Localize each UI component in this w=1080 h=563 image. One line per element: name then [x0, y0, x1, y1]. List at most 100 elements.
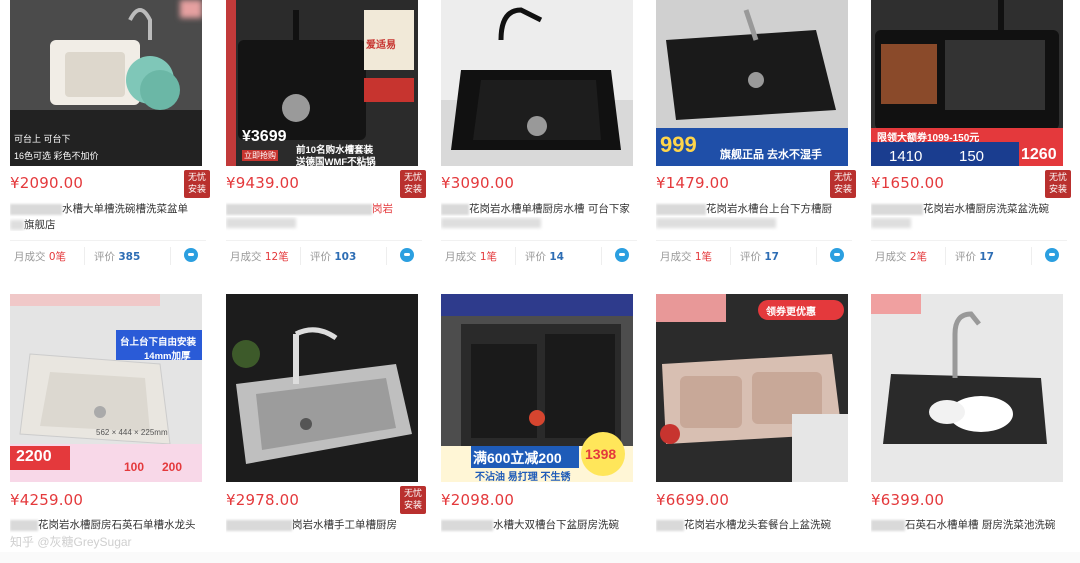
product-shop[interactable] — [226, 217, 422, 231]
overlay-text: 2200 — [16, 448, 52, 465]
overlay-text: 送德国WMF不粘锅 — [296, 157, 376, 166]
monthly-sales: 月成交 1笔 — [445, 251, 498, 263]
product-image[interactable] — [441, 0, 633, 166]
overlay-text: 150 — [959, 148, 985, 165]
monthly-sales: 月成交 1笔 — [660, 251, 713, 263]
review-count[interactable]: 评价 17 — [955, 249, 994, 264]
product-card[interactable]: ¥3090.00 花岗岩水槽单槽厨房水槽 可台下家 月成交 1笔 评价 14 — [441, 0, 641, 270]
sink-illustration — [441, 0, 633, 166]
review-count[interactable]: 评价 385 — [94, 249, 140, 264]
product-title[interactable]: 花岗岩水槽单槽厨房水槽 可台下家 — [441, 201, 637, 217]
overlay-text: 14mm加厚 — [144, 351, 191, 362]
product-title[interactable]: 水槽大单槽洗碗槽洗菜盆单 — [10, 201, 206, 217]
review-count[interactable]: 评价 14 — [525, 249, 564, 264]
product-image[interactable]: 999 旗舰正品 去水不湿手 — [656, 0, 848, 166]
overlay-text: 16色可选 彩色不加价 — [14, 151, 99, 161]
sink-illustration — [656, 294, 848, 482]
product-title[interactable]: 石英石水槽单槽 厨房洗菜池洗碗 — [871, 517, 1067, 533]
bottom-strip — [0, 552, 1080, 563]
overlay-text: 1410 — [889, 148, 923, 165]
product-card[interactable]: 999 旗舰正品 去水不湿手 ¥1479.00 无忧 安装 花岗岩水槽台上台下方槽… — [656, 0, 856, 270]
product-price: ¥6699.00 — [656, 491, 730, 509]
product-title[interactable]: 水槽大双槽台下盆厨房洗碗 — [441, 517, 637, 533]
product-title[interactable]: 花岗岩水槽厨房石英石单槽水龙头 — [10, 517, 206, 533]
product-stats: 月成交 12笔 评价 103 — [226, 240, 422, 270]
product-card[interactable]: 台上台下自由安装 14mm加厚 562 × 444 × 225mm 2200 1… — [10, 294, 210, 554]
product-stats: 月成交 2笔 评价 17 — [871, 240, 1067, 270]
product-title[interactable]: 花岗岩水槽厨房洗菜盆洗碗 — [871, 201, 1067, 217]
wangwang-chat-icon[interactable] — [830, 248, 844, 262]
blurred-logo — [180, 0, 202, 18]
install-badge[interactable]: 无忧 安装 — [184, 170, 210, 198]
overlay-text: 旗舰正品 去水不湿手 — [720, 149, 823, 161]
product-shop[interactable]: 旗舰店 — [10, 217, 206, 231]
product-title[interactable]: 岗岩水槽手工单槽厨房 — [226, 517, 422, 533]
product-price: ¥2090.00 — [10, 174, 84, 192]
product-shop[interactable] — [871, 217, 1067, 231]
overlay-text: 1260 — [1021, 146, 1057, 163]
review-count[interactable]: 评价 103 — [310, 249, 356, 264]
product-price: ¥9439.00 — [226, 174, 300, 192]
product-grid: 可台上 可台下 16色可选 彩色不加价 ¥2090.00 无忧 安装 水槽大单槽洗… — [0, 0, 1080, 563]
product-shop[interactable] — [656, 217, 852, 231]
product-card[interactable]: 可台上 可台下 16色可选 彩色不加价 ¥2090.00 无忧 安装 水槽大单槽洗… — [10, 0, 210, 270]
overlay-text: ¥3699 — [242, 128, 287, 145]
sink-illustration — [871, 294, 1063, 482]
wangwang-chat-icon[interactable] — [1045, 248, 1059, 262]
product-price: ¥3090.00 — [441, 174, 515, 192]
product-title[interactable]: 花岗岩水槽台上台下方槽厨 — [656, 201, 852, 217]
monthly-sales: 月成交 12笔 — [230, 251, 289, 263]
product-image[interactable]: 限领大额券1099-150元 1410 150 1260 — [871, 0, 1063, 166]
product-card[interactable]: 限领大额券1099-150元 1410 150 1260 ¥1650.00 无忧… — [871, 0, 1071, 270]
overlay-text: 限领大额券1099-150元 — [877, 133, 980, 144]
product-image[interactable]: 爱适易 ¥3699 立即抢购 前10名购水槽套装 送德国WMF不粘锅 — [226, 0, 418, 166]
install-badge[interactable]: 无忧 安装 — [830, 170, 856, 198]
wangwang-chat-icon[interactable] — [400, 248, 414, 262]
product-title[interactable]: 岗岩 — [226, 201, 422, 217]
install-badge[interactable]: 无忧 安装 — [1045, 170, 1071, 198]
install-badge[interactable]: 无忧 安装 — [400, 170, 426, 198]
overlay-text: 台上台下自由安装 — [120, 337, 197, 348]
product-card[interactable]: ¥2978.00 无忧 安装 岗岩水槽手工单槽厨房 — [226, 294, 426, 554]
product-stats: 月成交 1笔 评价 14 — [441, 240, 637, 270]
wangwang-chat-icon[interactable] — [184, 248, 198, 262]
overlay-text: 可台上 可台下 — [14, 134, 71, 144]
overlay-text: 爱适易 — [366, 40, 396, 51]
product-image[interactable]: 台上台下自由安装 14mm加厚 562 × 444 × 225mm 2200 1… — [10, 294, 202, 482]
product-price: ¥2098.00 — [441, 491, 515, 509]
overlay-text: 满600立减200 — [473, 450, 562, 466]
sink-illustration — [226, 294, 418, 482]
product-card[interactable]: 领券更优惠 ¥6699.00 花岗岩水槽龙头套餐台上盆洗碗 — [656, 294, 856, 554]
product-image[interactable]: 领券更优惠 — [656, 294, 848, 482]
product-image[interactable] — [226, 294, 418, 482]
product-image[interactable]: 可台上 可台下 16色可选 彩色不加价 — [10, 0, 202, 166]
overlay-text: 1398 — [585, 446, 617, 462]
product-stats: 月成交 1笔 评价 17 — [656, 240, 852, 270]
overlay-text: 200 — [162, 460, 183, 474]
install-badge[interactable]: 无忧 安装 — [400, 486, 426, 514]
overlay-text: 562 × 444 × 225mm — [96, 428, 168, 437]
product-card[interactable]: ¥6399.00 石英石水槽单槽 厨房洗菜池洗碗 — [871, 294, 1071, 554]
overlay-text: 立即抢购 — [242, 150, 278, 161]
overlay-text: 100 — [124, 460, 145, 474]
product-title[interactable]: 花岗岩水槽龙头套餐台上盆洗碗 — [656, 517, 852, 533]
review-count[interactable]: 评价 17 — [740, 249, 779, 264]
product-price: ¥1650.00 — [871, 174, 945, 192]
overlay-text: 不沾油 易打理 不生锈 — [475, 472, 571, 482]
monthly-sales: 月成交 2笔 — [875, 251, 928, 263]
product-price: ¥2978.00 — [226, 491, 300, 509]
product-price: ¥1479.00 — [656, 174, 730, 192]
overlay-text: 999 — [660, 132, 697, 157]
product-shop[interactable] — [441, 217, 637, 231]
product-stats: 月成交 0笔 评价 385 — [10, 240, 206, 270]
product-image[interactable] — [871, 294, 1063, 482]
wangwang-chat-icon[interactable] — [615, 248, 629, 262]
overlay-text: 领券更优惠 — [766, 307, 816, 318]
product-card[interactable]: 爱适易 ¥3699 立即抢购 前10名购水槽套装 送德国WMF不粘锅 ¥9439… — [226, 0, 426, 270]
monthly-sales: 月成交 0笔 — [14, 251, 67, 263]
watermark: 知乎 @灰糖GreySugar — [10, 535, 132, 549]
product-card[interactable]: 满600立减200 1398 不沾油 易打理 不生锈 ¥2098.00 水槽大双… — [441, 294, 641, 554]
product-price: ¥6399.00 — [871, 491, 945, 509]
product-image[interactable]: 满600立减200 1398 不沾油 易打理 不生锈 — [441, 294, 633, 482]
product-price: ¥4259.00 — [10, 491, 84, 509]
